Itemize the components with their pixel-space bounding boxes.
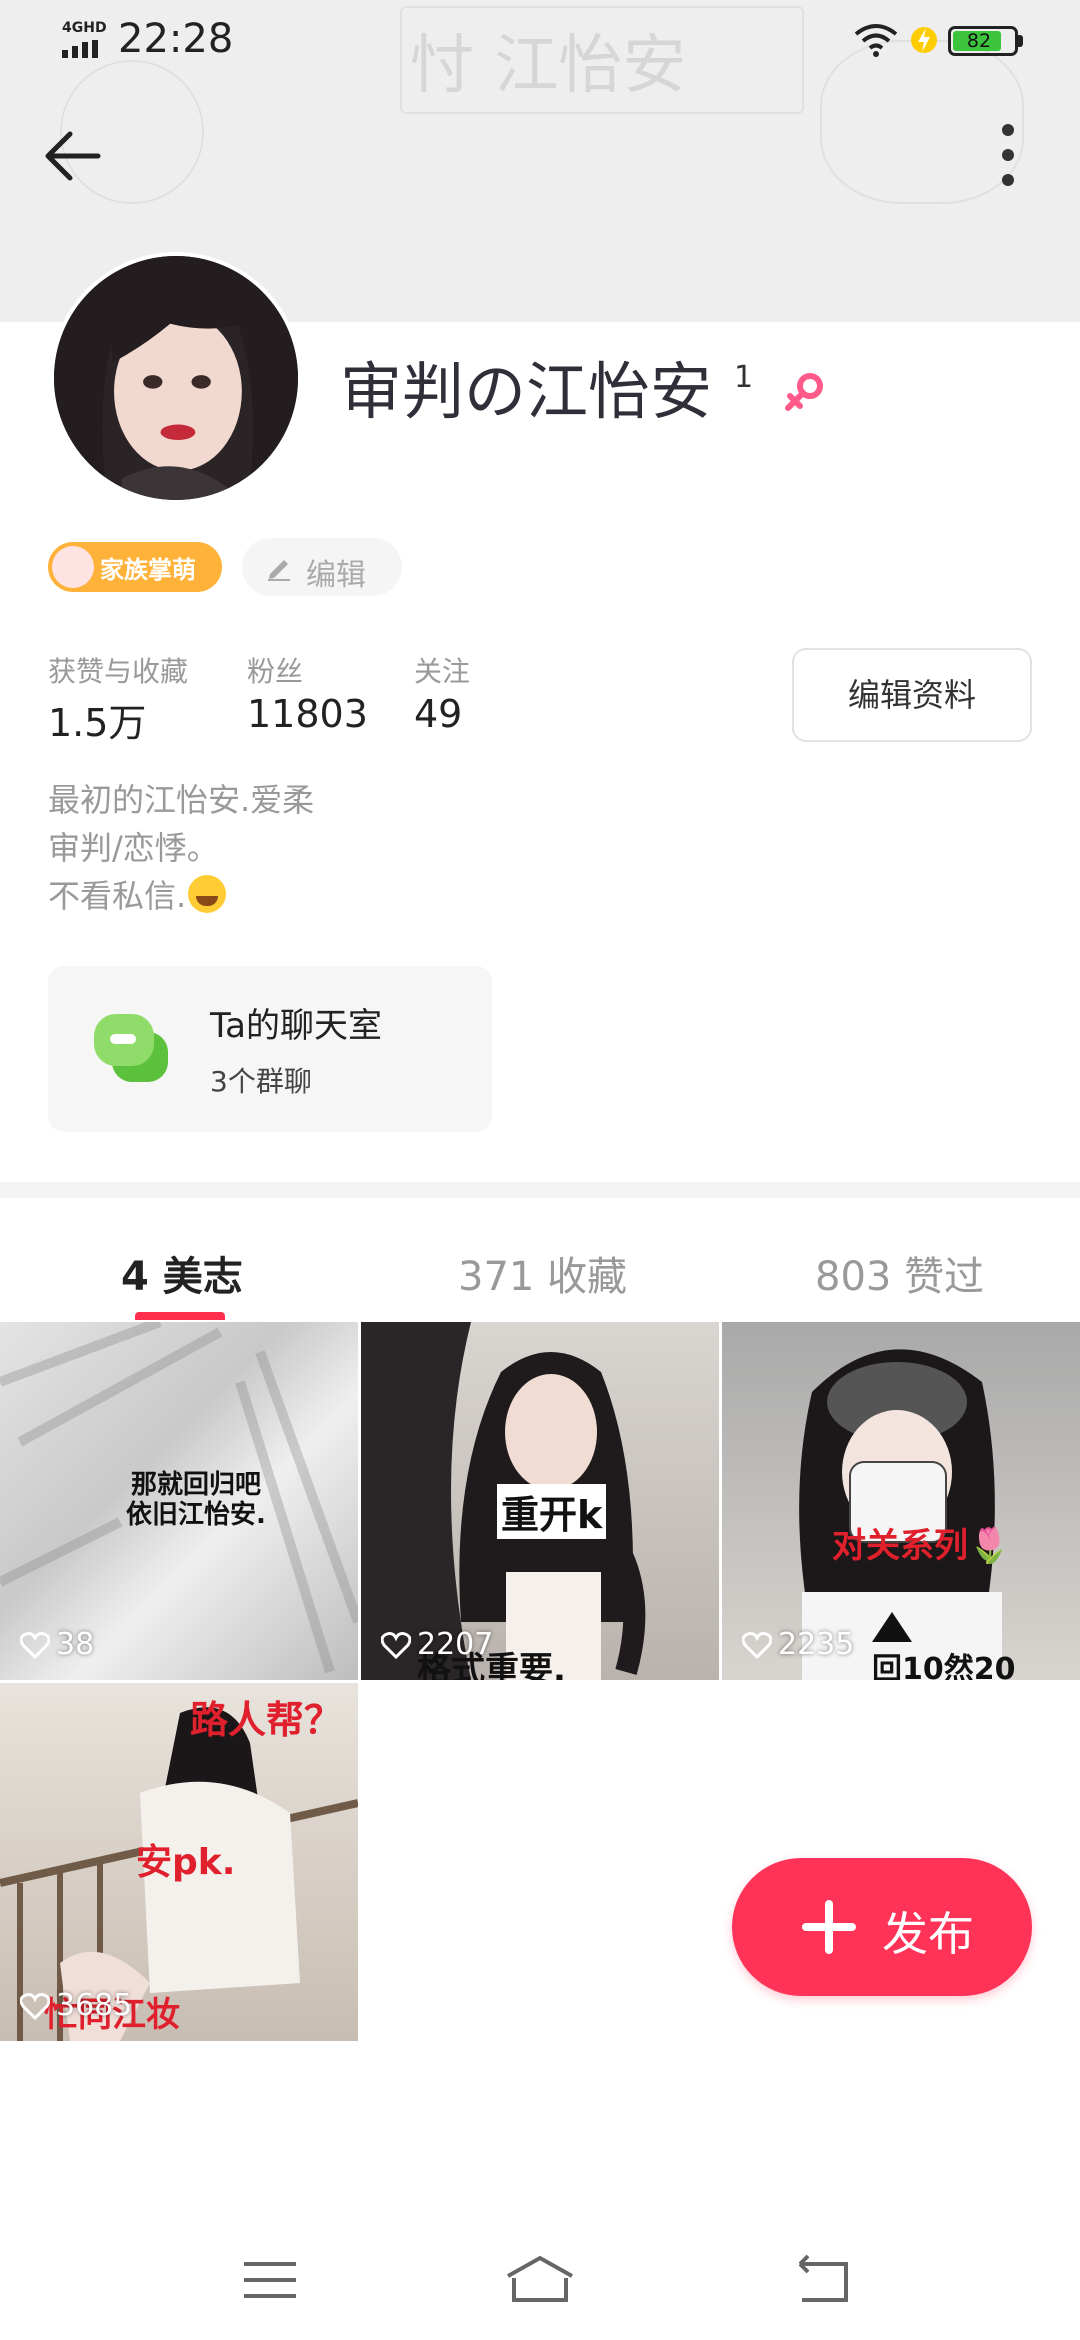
followers-value[interactable]: 11803 bbox=[247, 692, 368, 736]
bio-line-3: 不看私信. bbox=[48, 872, 227, 920]
charging-icon bbox=[911, 27, 937, 53]
plus-icon bbox=[802, 1900, 856, 1954]
chat-bubble-icon bbox=[94, 1014, 168, 1082]
section-divider bbox=[0, 1182, 1080, 1198]
system-navigation-bar bbox=[0, 2220, 1080, 2340]
note-likes: 3685 bbox=[20, 1988, 132, 2023]
menu-icon[interactable] bbox=[230, 2250, 310, 2310]
note-card[interactable]: 重开k 格式重要. 2207 bbox=[361, 1322, 719, 1680]
username: 审判の江怡安 bbox=[340, 355, 713, 428]
note-caption: 路人帮？ bbox=[190, 1698, 343, 1742]
heart-icon bbox=[20, 1992, 50, 2020]
network-type: 4GHD bbox=[62, 20, 107, 36]
heart-icon bbox=[742, 1631, 772, 1659]
likes-collects-value[interactable]: 1.5万 bbox=[48, 692, 146, 747]
followers-label: 粉丝 bbox=[247, 655, 304, 688]
note-likes: 2235 bbox=[742, 1627, 854, 1662]
family-badge-emoji-icon bbox=[52, 546, 94, 588]
note-likes-count: 38 bbox=[56, 1627, 95, 1662]
tab-liked[interactable]: 803 赞过 bbox=[815, 1244, 984, 1302]
female-gender-icon bbox=[785, 373, 823, 411]
tab-collections[interactable]: 371 收藏 bbox=[458, 1244, 627, 1302]
username-level: 1 bbox=[734, 360, 754, 395]
following-label: 关注 bbox=[414, 655, 471, 688]
cellular-signal-icon: 4GHD bbox=[62, 20, 107, 58]
edit-tag-label: 编辑 bbox=[306, 558, 366, 593]
pencil-icon bbox=[268, 560, 290, 581]
more-options-icon[interactable] bbox=[988, 120, 1028, 190]
battery-icon: 82 bbox=[948, 26, 1018, 56]
family-badge[interactable]: 家族掌萌 bbox=[48, 542, 222, 592]
note-caption: 重开k bbox=[497, 1484, 607, 1539]
heart-icon bbox=[381, 1631, 411, 1659]
note-card[interactable]: 那就回归吧 依旧江怡安. 38 bbox=[0, 1322, 358, 1680]
wifi-icon bbox=[854, 24, 898, 57]
note-likes: 38 bbox=[20, 1627, 94, 1662]
note-likes: 2207 bbox=[381, 1627, 493, 1662]
chat-room-card[interactable]: Ta的聊天室 3个群聊 bbox=[48, 966, 492, 1132]
likes-collects-label: 获赞与收藏 bbox=[48, 655, 189, 688]
family-badge-label: 家族掌萌 bbox=[100, 556, 196, 584]
edit-tag-button[interactable]: 编辑 bbox=[242, 538, 402, 596]
edit-profile-button[interactable]: 编辑资料 bbox=[792, 648, 1032, 742]
note-likes-count: 2207 bbox=[417, 1627, 494, 1662]
publish-button[interactable]: 发布 bbox=[732, 1858, 1032, 1996]
back-nav-icon[interactable] bbox=[784, 2250, 864, 2310]
note-caption: 对关系列🌷 bbox=[832, 1526, 1011, 1566]
publish-label: 发布 bbox=[882, 1907, 974, 1961]
chat-room-title: Ta的聊天室 bbox=[210, 1006, 382, 1046]
back-arrow-icon[interactable] bbox=[36, 124, 108, 188]
bio-line-2: 审判/恋悸。 bbox=[48, 829, 219, 867]
note-card[interactable]: 对关系列🌷 回10然20 2235 bbox=[722, 1322, 1080, 1680]
note-card[interactable]: 路人帮？ 安pk. 忙同江妆 3685 bbox=[0, 1683, 358, 2041]
tab-notes[interactable]: 4 美志 bbox=[121, 1244, 243, 1302]
laughing-emoji-icon bbox=[188, 875, 227, 913]
note-likes-count: 3685 bbox=[56, 1988, 133, 2023]
battery-level: 82 bbox=[966, 30, 992, 52]
following-value[interactable]: 49 bbox=[414, 692, 462, 736]
status-bar: 4GHD 22:28 82 bbox=[0, 0, 1080, 84]
battery-tip bbox=[1018, 35, 1023, 47]
note-caption-secondary: 回10然20 bbox=[872, 1652, 1016, 1680]
active-tab-indicator bbox=[135, 1312, 225, 1320]
bio-line-1: 最初的江怡安.爱柔 bbox=[48, 781, 315, 819]
note-caption: 那就回归吧 依旧江怡安. bbox=[126, 1470, 266, 1530]
clock: 22:28 bbox=[118, 16, 234, 62]
chat-room-count: 3个群聊 bbox=[210, 1065, 312, 1098]
bio-line-3-text: 不看私信. bbox=[48, 877, 187, 915]
note-likes-count: 2235 bbox=[778, 1627, 855, 1662]
avatar[interactable] bbox=[50, 252, 302, 504]
heart-icon bbox=[20, 1631, 50, 1659]
home-icon[interactable] bbox=[500, 2250, 580, 2310]
note-caption-secondary: 安pk. bbox=[136, 1842, 236, 1883]
